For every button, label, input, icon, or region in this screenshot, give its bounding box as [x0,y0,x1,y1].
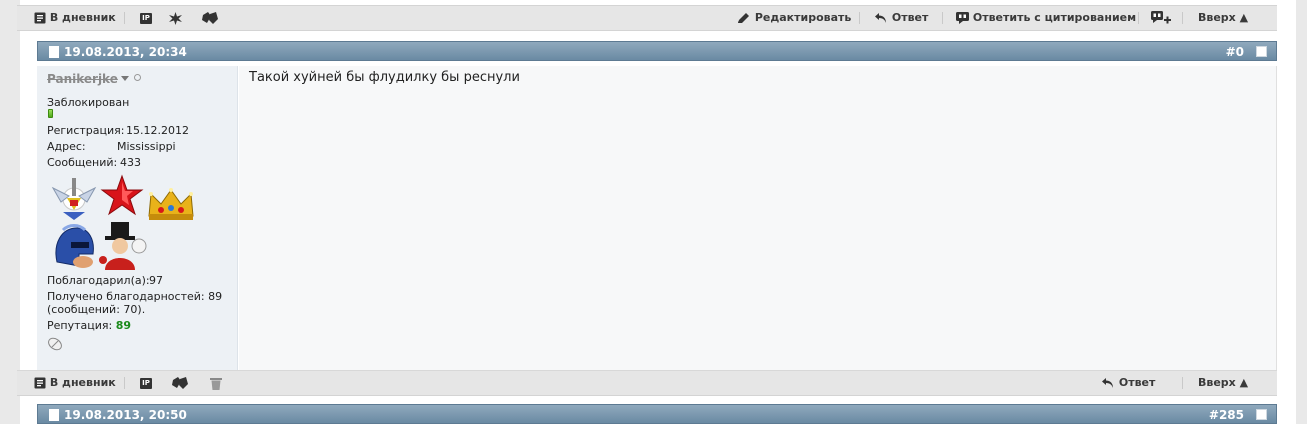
scroll-top-label: Вверх ▲ [1198,376,1249,389]
user-info-panel: Panikerjke Заблокирован Регистрация: 15.… [37,66,238,370]
posts-value: 433 [120,156,141,169]
reply-arrow-icon [1102,378,1113,388]
scroll-top-label: Вверх ▲ [1198,11,1249,24]
reputation-value: 89 [115,319,132,332]
document-icon [49,409,59,421]
posts-row: Сообщений: 433 [47,156,141,169]
edit-button[interactable]: Редактировать [737,6,851,30]
quote-reply-button[interactable]: Ответить с цитированием [956,6,1136,30]
next-post-select-checkbox[interactable] [1256,409,1267,420]
offline-status-icon [134,74,141,81]
scroll-top-button[interactable]: Вверх ▲ [1198,6,1248,30]
post-date: 19.08.2013, 20:34 [64,45,187,59]
address-row: Адрес: Mississippi [47,140,176,153]
red-star-award-icon [100,174,144,216]
multiquote-button[interactable] [1151,6,1171,30]
quote-reply-label: Ответить с цитированием [972,11,1137,24]
thanks-received-line2: (сообщений: 70). [47,303,146,316]
top-hat-character-award-icon [99,222,147,270]
post-toolbar-top: В дневник IP Редактировать Ответ Ответит… [17,5,1277,31]
ip-button[interactable]: IP [140,371,152,395]
ip-icon: IP [140,377,152,389]
helmet-award-icon [55,224,94,268]
trash-icon [210,377,222,390]
thanks-button[interactable] [172,371,188,395]
separator [1138,12,1139,24]
edit-label: Редактировать [754,11,852,24]
reputation-bar-icon [48,109,53,118]
pencil-icon [738,13,749,23]
user-status: Заблокирован [47,96,130,109]
separator [1182,12,1183,24]
multiquote-plus-icon [1151,11,1171,24]
thanked-value: 97 [149,274,163,287]
separator [1182,377,1183,389]
diary-icon [34,12,46,24]
post-content: Такой хуйней бы флудилку бы реснули [239,66,1277,370]
registration-row: Регистрация: 15.12.2012 [47,124,189,137]
next-post-number-link[interactable]: #285 [1209,408,1244,422]
registration-value: 15.12.2012 [126,124,189,137]
handshake-icon [202,12,218,24]
post-header: 19.08.2013, 20:34 #0 [37,41,1277,61]
thanks-button[interactable] [202,6,218,30]
next-post-date: 19.08.2013, 20:50 [64,408,187,422]
separator [859,12,860,24]
post-toolbar-bottom: В дневник IP Ответ Вверх ▲ [17,370,1277,396]
reply-label: Ответ [1118,376,1156,389]
address-label: Адрес: [47,140,86,153]
gold-crown-award-icon [148,188,194,220]
ip-button[interactable]: IP [140,6,152,30]
quote-bubble-icon [956,12,969,24]
add-to-diary-button[interactable]: В дневник [34,6,116,30]
burst-icon [169,11,182,25]
reply-arrow-icon [875,13,886,23]
separator [942,12,943,24]
diary-label: В дневник [49,376,116,389]
report-button[interactable] [169,6,182,30]
eagle-emblem-award-icon [51,178,97,220]
reply-button[interactable]: Ответ [1101,371,1155,395]
handshake-icon [172,377,188,389]
next-post-header: 19.08.2013, 20:50 #285 [37,404,1277,424]
scroll-top-button[interactable]: Вверх ▲ [1198,371,1248,395]
address-value: Mississippi [117,140,176,153]
posts-label: Сообщений: [47,156,118,169]
delete-button[interactable] [210,371,222,395]
user-menu-arrow-icon[interactable] [121,76,129,81]
post-message: Такой хуйней бы флудилку бы реснули [249,70,520,85]
post-number-link[interactable]: #0 [1226,45,1244,59]
reply-button[interactable]: Ответ [874,6,928,30]
registration-label: Регистрация: [47,124,125,137]
add-to-diary-button[interactable]: В дневник [34,371,116,395]
username-link[interactable]: Panikerjke [47,72,118,86]
rugby-ball-icon[interactable] [47,336,63,352]
thanked-row: Поблагодарил(а): 97 [47,274,163,287]
thanks-received-line1: Получено благодарностей: 89 [47,290,223,303]
reply-label: Ответ [891,11,929,24]
ip-icon: IP [140,12,152,24]
separator [124,12,125,24]
post-select-checkbox[interactable] [1256,46,1267,57]
reputation-label: Репутация: [47,319,113,332]
diary-icon [34,377,46,389]
separator [124,377,125,389]
reputation-row: Репутация: 89 [47,319,131,332]
document-icon [49,46,59,58]
thanked-label: Поблагодарил(а): [47,274,150,287]
diary-label: В дневник [49,11,116,24]
